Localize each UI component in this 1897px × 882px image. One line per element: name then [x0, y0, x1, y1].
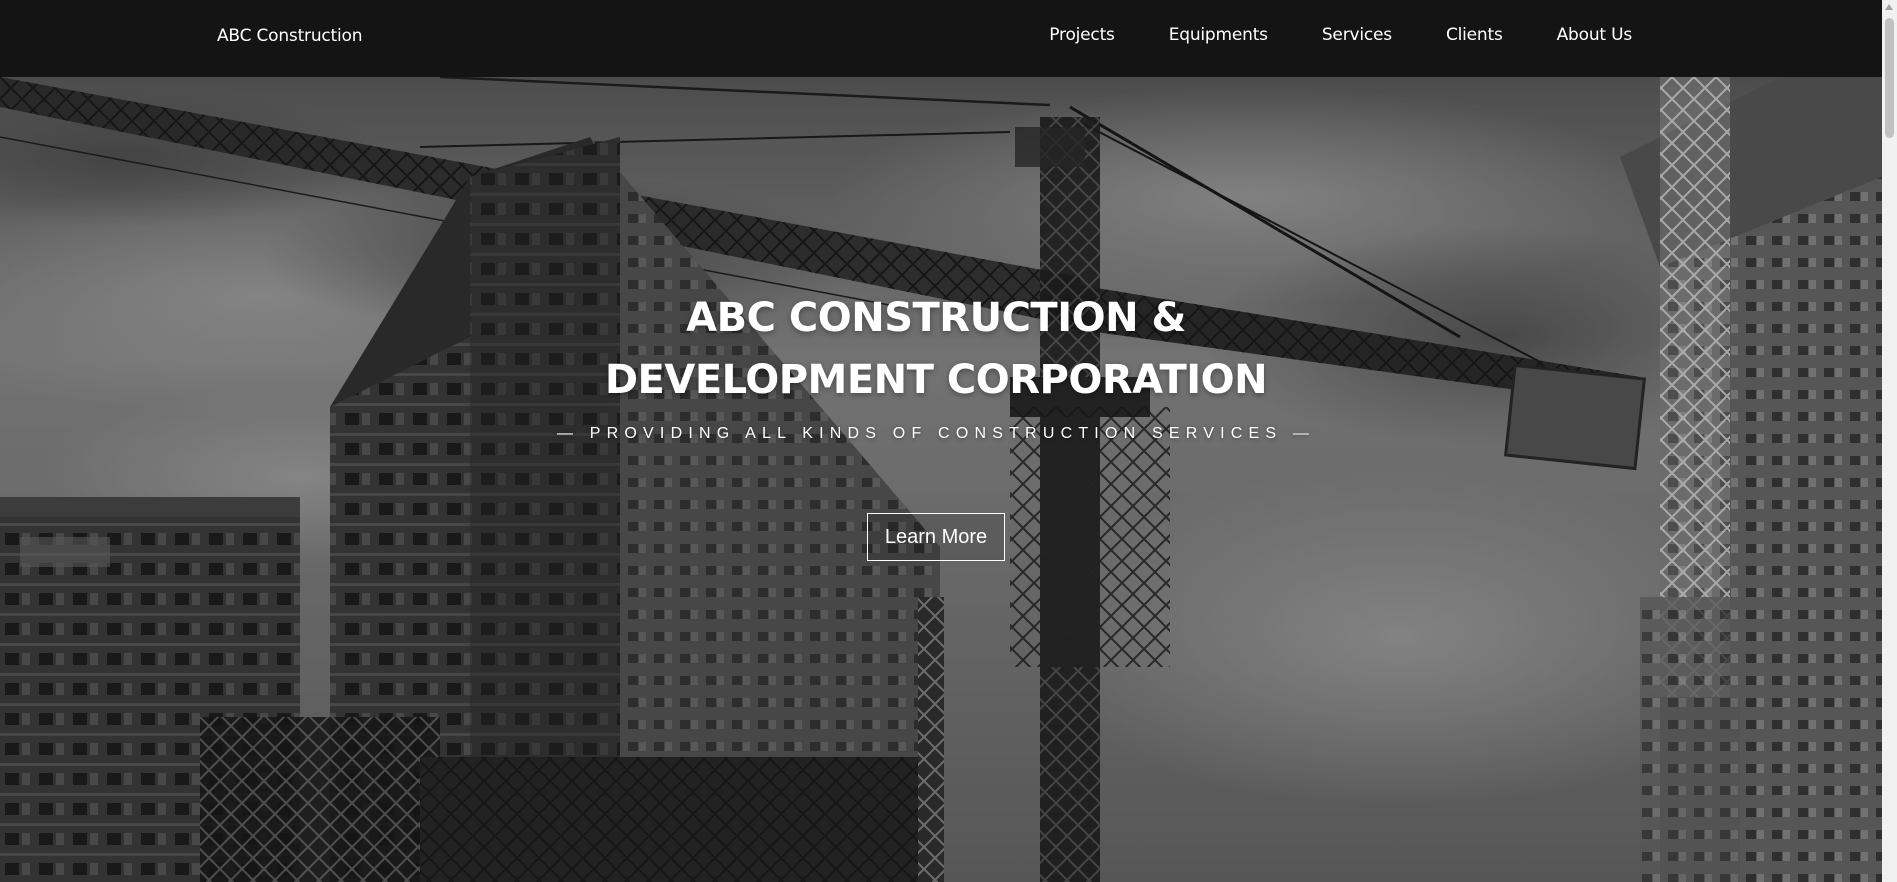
page: ABC Construction Projects Equipments Ser… [0, 0, 1897, 882]
nav-links: Projects Equipments Services Clients Abo… [1049, 25, 1632, 45]
nav-item-projects: Projects [1049, 25, 1115, 45]
hero-subtitle: — PROVIDING ALL KINDS OF CONSTRUCTION SE… [556, 425, 1316, 442]
nav-item-equipments: Equipments [1169, 25, 1268, 45]
brand-logo-link[interactable]: ABC Construction [217, 26, 363, 46]
hero-title: ABC CONSTRUCTION & DEVELOPMENT CORPORATI… [0, 287, 1872, 411]
nav-item-clients: Clients [1446, 25, 1503, 45]
hero-content: ABC CONSTRUCTION & DEVELOPMENT CORPORATI… [0, 287, 1872, 561]
scrollbar-thumb[interactable] [1885, 18, 1894, 138]
nav-link-services[interactable]: Services [1322, 25, 1392, 45]
nav-link-equipments[interactable]: Equipments [1169, 25, 1268, 45]
nav-link-about-us[interactable]: About Us [1557, 25, 1633, 45]
nav-item-services: Services [1322, 25, 1392, 45]
learn-more-button[interactable]: Learn More [867, 513, 1005, 561]
top-navbar: ABC Construction Projects Equipments Ser… [0, 0, 1882, 77]
nav-item-about-us: About Us [1557, 25, 1633, 45]
nav-link-clients[interactable]: Clients [1446, 25, 1503, 45]
hero-section: ABC CONSTRUCTION & DEVELOPMENT CORPORATI… [0, 77, 1882, 882]
scroll-up-arrow-icon[interactable] [1885, 4, 1893, 10]
nav-link-projects[interactable]: Projects [1049, 25, 1115, 45]
hero-title-line2: DEVELOPMENT CORPORATION [604, 357, 1268, 403]
vertical-scrollbar[interactable] [1882, 0, 1897, 882]
hero-title-line1: ABC CONSTRUCTION & [686, 295, 1186, 341]
